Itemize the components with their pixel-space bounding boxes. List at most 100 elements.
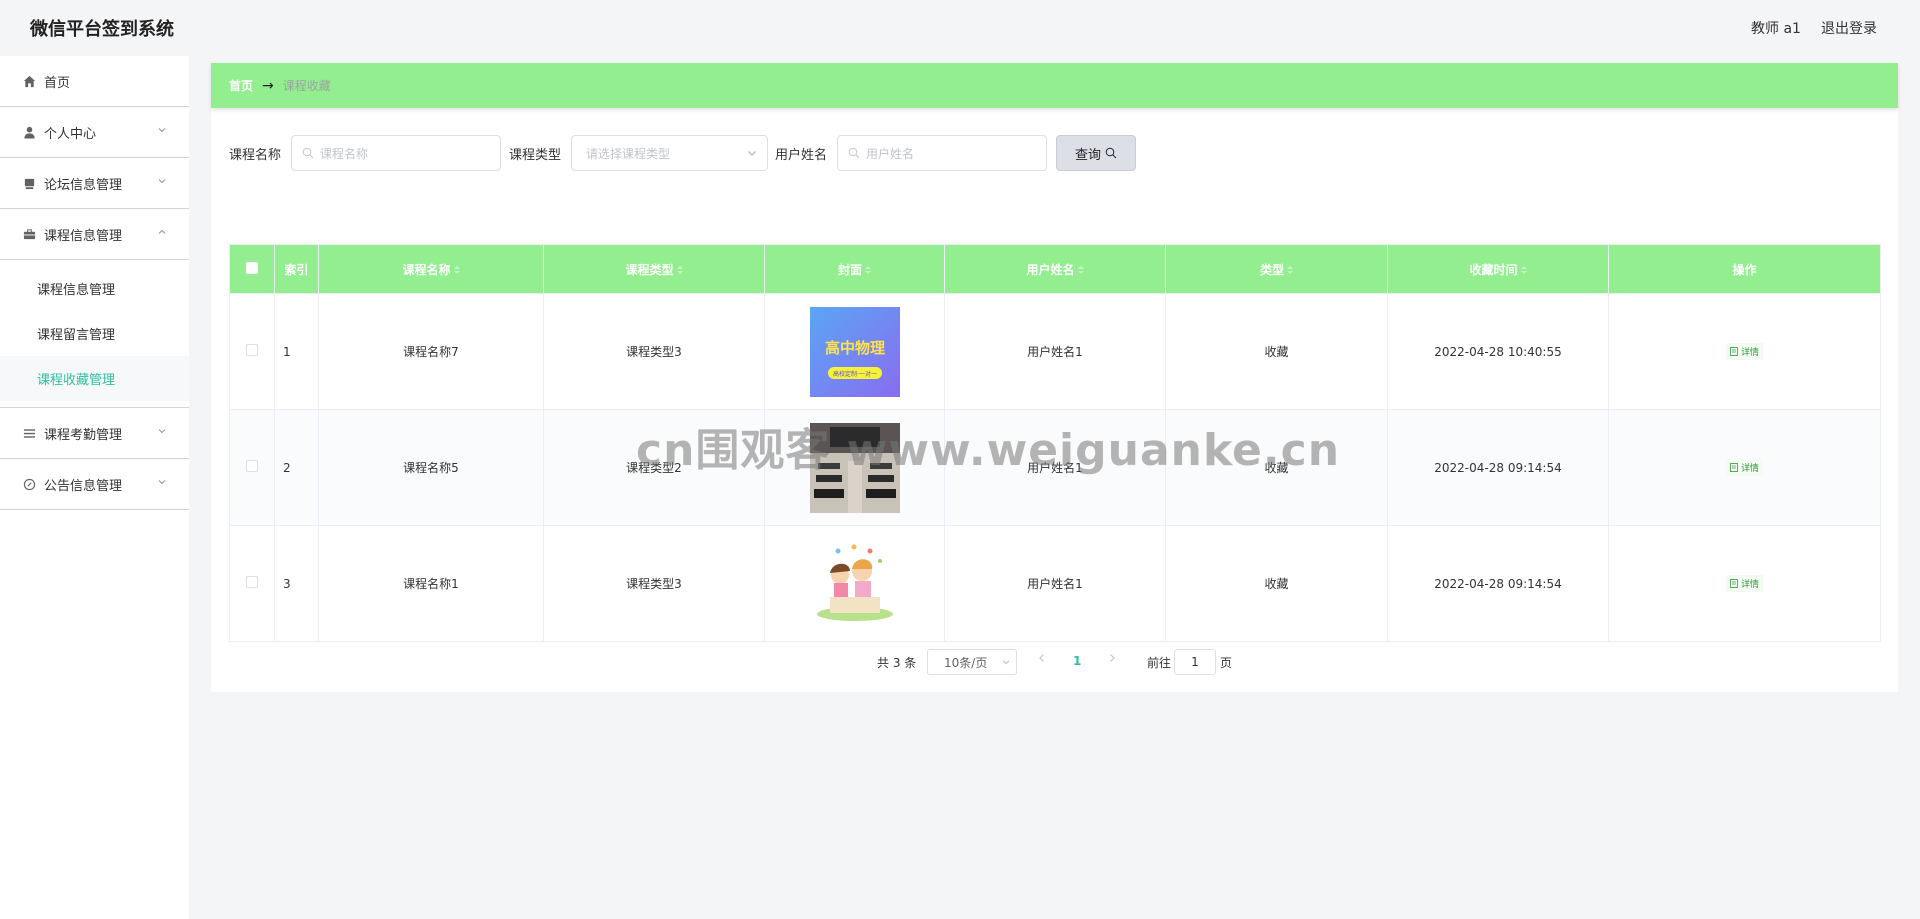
sidebar: 首页 个人中心 论坛信息管理 课程信息管理 课程信息管理 课程留言管理 课程收藏…	[0, 56, 189, 919]
type-cell: 收藏	[1165, 409, 1388, 526]
breadcrumb-separator: →	[262, 77, 274, 94]
chevron-down-icon	[1002, 660, 1010, 665]
user-name-input[interactable]: 用户姓名	[837, 135, 1048, 171]
query-button[interactable]: 查询	[1056, 135, 1136, 171]
index-cell: 3	[274, 525, 319, 642]
sidebar-item-label: 课程信息管理	[44, 228, 123, 244]
table-row: 3 课程名称1 课程类型3 用户姓名1 收藏 2022-04-28 09:14:…	[229, 525, 1881, 642]
column-header-label: 索引	[284, 262, 309, 277]
select-all-cell	[229, 244, 275, 294]
favorites-table: 索引 课程名称 课程类型 封面 用户姓名 类型 收藏时间 操作 1 课程名称7 …	[229, 244, 1881, 642]
detail-button[interactable]: 详情	[1725, 343, 1763, 360]
course-name-cell: 课程名称7	[318, 293, 544, 410]
logout-link[interactable]: 退出登录	[1821, 18, 1877, 38]
row-checkbox[interactable]	[246, 460, 258, 472]
detail-button[interactable]: 详情	[1725, 575, 1763, 592]
page-size-value: 10条/页	[944, 655, 988, 670]
row-checkbox[interactable]	[246, 576, 258, 588]
row-checkbox[interactable]	[246, 344, 258, 356]
pagination-total: 共 3 条	[877, 656, 917, 670]
column-header[interactable]: 封面	[764, 244, 945, 294]
page-number-current[interactable]: 1	[1073, 654, 1081, 668]
column-header: 索引	[274, 244, 319, 294]
prev-page-button[interactable]	[1037, 652, 1049, 666]
course-name-label: 课程名称	[229, 147, 282, 163]
sort-icon	[1520, 265, 1527, 274]
index-cell: 1	[274, 293, 319, 410]
submenu-item-course-comments[interactable]: 课程留言管理	[0, 311, 189, 356]
table-row: 2 课程名称5 课程类型2 用户姓名1 收藏 2022-04-28 09:14:…	[229, 409, 1881, 526]
chevron-down-icon	[157, 176, 169, 188]
select-all-checkbox[interactable]	[246, 261, 258, 274]
sidebar-item-label: 个人中心	[44, 126, 97, 142]
course-name-input[interactable]: 课程名称	[291, 135, 502, 171]
table-row: 1 课程名称7 课程类型3 高中物理 高校定制·一对一 用户姓名1 收藏 202…	[229, 293, 1881, 410]
document-icon	[1730, 579, 1738, 588]
column-header[interactable]: 收藏时间	[1387, 244, 1609, 294]
chevron-down-icon	[748, 151, 756, 156]
next-page-button[interactable]	[1107, 652, 1119, 666]
page-size-select[interactable]: 10条/页	[927, 649, 1017, 675]
course-name-cell: 课程名称1	[318, 525, 544, 642]
search-icon	[1105, 147, 1117, 159]
column-header-label: 操作	[1732, 262, 1757, 277]
column-header[interactable]: 类型	[1165, 244, 1388, 294]
course-type-label: 课程类型	[509, 147, 562, 163]
briefcase-icon	[22, 227, 36, 241]
chevron-left-icon	[1039, 654, 1044, 662]
breadcrumb-current: 课程收藏	[282, 79, 331, 93]
course-info-submenu: 课程信息管理 课程留言管理 课程收藏管理	[0, 260, 189, 408]
favorite-time-cell: 2022-04-28 09:14:54	[1387, 409, 1609, 526]
sort-icon	[1077, 265, 1084, 274]
submenu-item-course-favorites[interactable]: 课程收藏管理	[0, 356, 189, 401]
user-name-cell: 用户姓名1	[944, 409, 1166, 526]
row-select-cell	[229, 409, 275, 526]
sort-icon	[676, 265, 683, 274]
chevron-down-icon	[157, 477, 169, 489]
column-header-label: 课程类型	[625, 262, 674, 277]
sidebar-item-attendance[interactable]: 课程考勤管理	[0, 408, 189, 459]
type-cell: 收藏	[1165, 525, 1388, 642]
submenu-item-course-info[interactable]: 课程信息管理	[0, 266, 189, 311]
search-icon	[848, 147, 860, 159]
sort-icon	[865, 265, 871, 274]
sidebar-item-forum[interactable]: 论坛信息管理	[0, 158, 189, 209]
sidebar-item-course-info[interactable]: 课程信息管理	[0, 209, 189, 260]
user-name-cell: 用户姓名1	[944, 293, 1166, 410]
goto-page-input[interactable]: 1	[1174, 649, 1216, 675]
sidebar-item-label: 公告信息管理	[44, 478, 123, 494]
search-icon	[302, 147, 314, 159]
home-icon	[22, 74, 36, 88]
column-header[interactable]: 用户姓名	[944, 244, 1166, 294]
course-type-cell: 课程类型3	[543, 525, 765, 642]
sidebar-item-announcements[interactable]: 公告信息管理	[0, 459, 189, 510]
sidebar-item-profile[interactable]: 个人中心	[0, 107, 189, 158]
index-cell: 2	[274, 409, 319, 526]
table-header: 索引 课程名称 课程类型 封面 用户姓名 类型 收藏时间 操作	[229, 244, 1881, 294]
action-cell: 详情	[1608, 525, 1881, 642]
physics-cover-image: 高中物理 高校定制·一对一	[809, 306, 900, 397]
goto-label: 前往	[1147, 656, 1172, 670]
course-type-cell: 课程类型2	[543, 409, 765, 526]
breadcrumb-home[interactable]: 首页	[229, 77, 253, 94]
page-unit-label: 页	[1220, 656, 1233, 670]
sidebar-item-label: 首页	[44, 75, 71, 91]
column-header[interactable]: 课程类型	[543, 244, 765, 294]
sidebar-item-home[interactable]: 首页	[0, 56, 189, 107]
document-icon	[1730, 347, 1738, 356]
course-type-select[interactable]: 请选择课程类型	[571, 135, 769, 171]
compass-icon	[22, 477, 36, 491]
column-header[interactable]: 课程名称	[318, 244, 544, 294]
user-name-label: 用户姓名	[775, 147, 828, 163]
column-header-label: 收藏时间	[1469, 262, 1518, 277]
children-reading-cover-image	[809, 538, 900, 629]
cover-cell	[764, 409, 945, 526]
sidebar-item-label: 课程考勤管理	[44, 427, 123, 443]
classroom-cover-image	[809, 422, 900, 513]
column-header: 操作	[1608, 244, 1881, 294]
detail-button[interactable]: 详情	[1725, 459, 1763, 476]
chevron-down-icon	[157, 125, 169, 137]
query-button-label: 查询	[1074, 147, 1101, 163]
course-type-cell: 课程类型3	[543, 293, 765, 410]
column-header-label: 类型	[1259, 262, 1284, 277]
